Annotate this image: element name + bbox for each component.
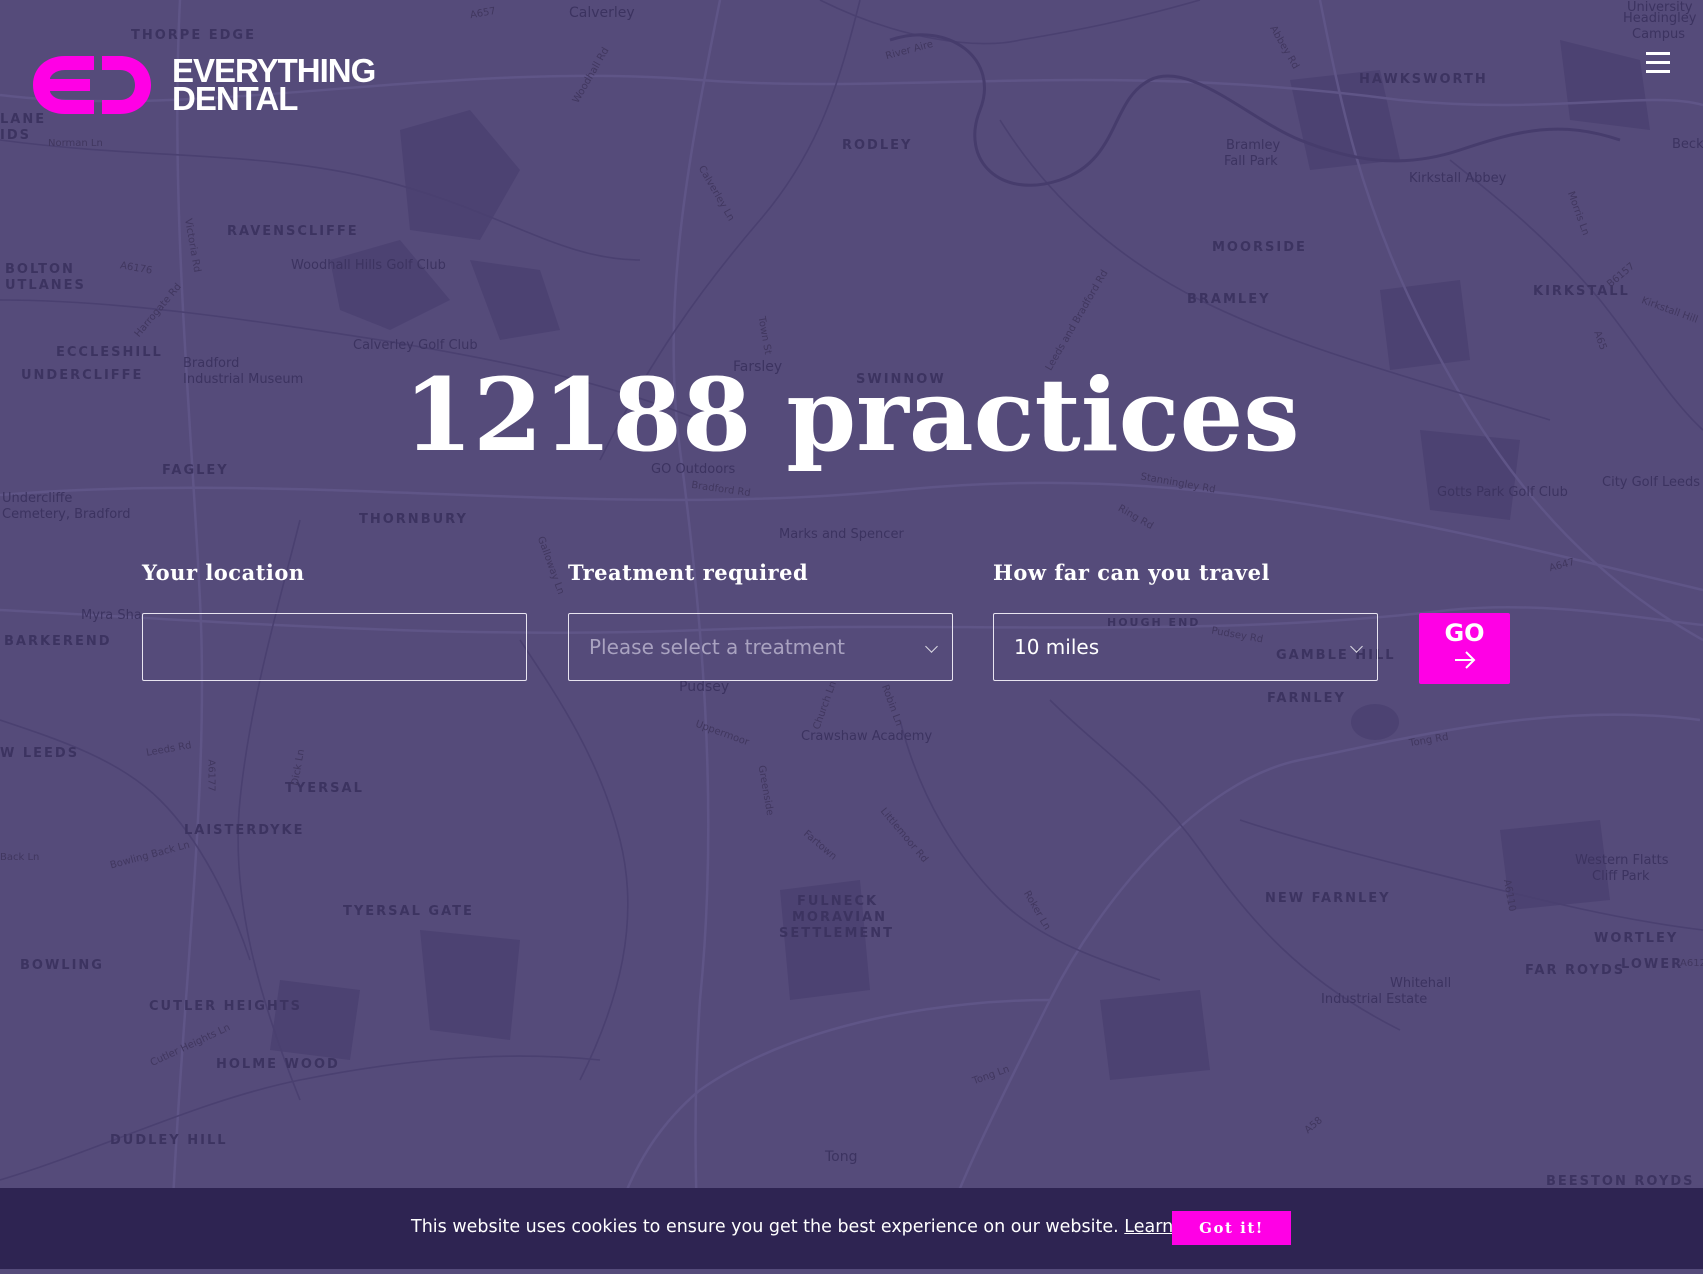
menu-bar [1646, 52, 1670, 55]
map-poi-label: Marks and Spencer [779, 527, 904, 542]
map-place-label: BOWLING [20, 958, 104, 973]
map-place-label: FARNLEY [1267, 691, 1346, 706]
map-place-label: THORPE EDGE [131, 28, 256, 43]
map-poi-label: Headingley [1623, 11, 1697, 26]
map-place-label: NEW FARNLEY [1265, 891, 1391, 906]
map-poi-label: Myra Sha [81, 608, 142, 623]
map-place-label: HAWKSWORTH [1359, 72, 1488, 87]
site-logo[interactable]: EVERYTHING DENTAL [30, 50, 376, 120]
map-poi-label: Gotts Park Golf Club [1437, 485, 1568, 500]
location-input-wrapper [142, 613, 527, 681]
map-place-label: UTLANES [5, 278, 86, 293]
map-poi-label: Western Flatts [1575, 853, 1669, 868]
treatment-select[interactable]: Please select a treatment [568, 613, 953, 681]
map-place-label: W LEEDS [0, 746, 80, 761]
map-place-label: MOORSIDE [1212, 240, 1307, 255]
cookie-message: This website uses cookies to ensure you … [411, 1217, 1224, 1237]
map-place-label: CUTLER HEIGHTS [149, 999, 303, 1014]
map-poi-label: Crawshaw Academy [801, 729, 933, 744]
map-poi-label: Undercliffe [2, 491, 73, 506]
chevron-down-icon [925, 640, 938, 653]
map-place-label: SETTLEMENT [779, 926, 895, 941]
treatment-label: Treatment required [568, 560, 809, 585]
map-place-label: Calverley [569, 5, 635, 21]
distance-select-value: 10 miles [1014, 635, 1100, 659]
map-place-label: LOWER [1621, 957, 1684, 972]
map-place-label: FAR ROYDS [1525, 963, 1626, 978]
map-poi-label: Whitehall [1390, 976, 1452, 991]
practice-count-headline: 12188 practices [403, 356, 1300, 474]
hamburger-menu-icon[interactable] [1646, 52, 1670, 74]
cookie-message-text: This website uses cookies to ensure you … [411, 1217, 1119, 1237]
logo-wordmark: EVERYTHING DENTAL [172, 54, 376, 117]
map-poi-label: Cliff Park [1592, 869, 1650, 884]
map-poi-label: City Golf Leeds [1602, 475, 1700, 490]
location-label: Your location [142, 560, 305, 585]
map-road-label: Norman Ln [48, 138, 103, 149]
map-poi-label: Woodhall Hills Golf Club [291, 258, 446, 273]
map-place-label: LAISTERDYKE [184, 823, 305, 838]
map-place-label: HOLME WOOD [216, 1057, 340, 1072]
map-poi-label: Kirkstall Abbey [1409, 171, 1507, 186]
map-place-label: RODLEY [842, 138, 913, 153]
map-road-label: Back Ln [0, 852, 40, 863]
menu-bar [1646, 61, 1670, 64]
map-poi-label: Beck [1672, 137, 1703, 152]
go-button[interactable]: GO [1419, 613, 1510, 684]
map-place-label: MORAVIAN [792, 910, 888, 925]
map-poi-label: Fall Park [1224, 154, 1278, 169]
map-place-label: DUDLEY HILL [110, 1133, 228, 1148]
arrow-right-icon [1454, 651, 1475, 669]
map-poi-label: Bramley [1226, 138, 1281, 153]
map-place-label: FULNECK [797, 894, 879, 909]
chevron-down-icon [1350, 640, 1363, 653]
distance-label: How far can you travel [993, 560, 1270, 585]
map-place-label: THORNBURY [359, 512, 468, 527]
logo-line-2: DENTAL [172, 80, 298, 117]
menu-bar [1646, 70, 1670, 73]
map-place-label: Pudsey [679, 679, 730, 695]
map-place-label: WORTLEY [1594, 931, 1679, 946]
map-poi-label: Cemetery, Bradford [2, 507, 131, 522]
go-button-label: GO [1444, 619, 1485, 647]
location-input[interactable] [143, 614, 526, 680]
map-place-label: BOLTON [5, 262, 75, 277]
map-place-label: TYERSAL GATE [343, 904, 474, 919]
map-place-label: BEESTON ROYDS [1546, 1174, 1695, 1189]
treatment-select-placeholder: Please select a treatment [589, 635, 845, 659]
map-place-label: BRAMLEY [1187, 292, 1271, 307]
map-place-label: BARKEREND [4, 634, 112, 649]
logo-mark-icon [33, 56, 151, 114]
map-place-label: RAVENSCLIFFE [227, 224, 359, 239]
map-place-label: Tong [825, 1149, 858, 1165]
map-poi-label: Industrial Estate [1321, 992, 1428, 1007]
map-poi-label: Calverley Golf Club [353, 338, 478, 353]
accept-cookies-button[interactable]: Got it! [1172, 1211, 1291, 1245]
map-place-label: IDS [0, 128, 31, 143]
distance-select[interactable]: 10 miles [993, 613, 1378, 681]
map-road-label: A6177 [205, 759, 217, 792]
map-poi-label: Campus [1632, 27, 1685, 42]
map-road-label: A6120 [1680, 958, 1703, 969]
